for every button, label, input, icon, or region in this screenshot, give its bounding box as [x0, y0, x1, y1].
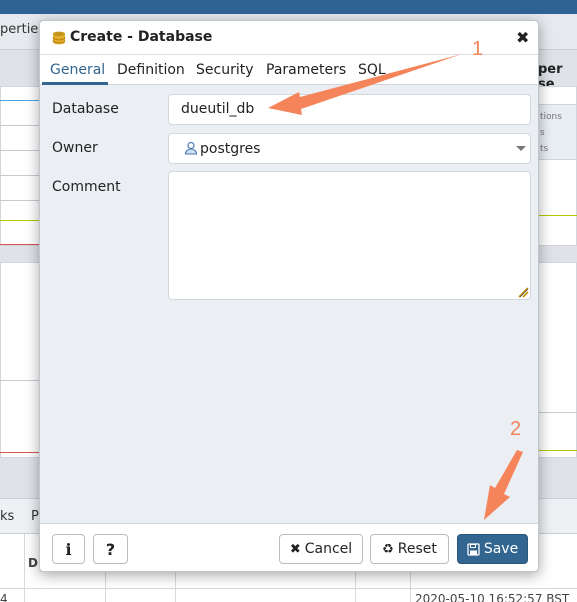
bg-chart-line	[0, 100, 40, 101]
save-label: Save	[483, 541, 519, 557]
bg-table-col-sep	[24, 534, 25, 602]
tab-definition[interactable]: Definition	[117, 62, 185, 78]
bg-chart-line	[538, 215, 577, 216]
bg-legend-item: ts	[540, 144, 549, 154]
bg-chart-line	[0, 220, 40, 221]
bg-table-cell: 4	[0, 592, 8, 602]
bg-chart-line	[0, 452, 40, 453]
info-icon: i	[65, 539, 72, 559]
recycle-icon: ♻	[382, 541, 394, 557]
bg-grid-line	[0, 175, 40, 176]
bg-grid-line	[0, 380, 40, 381]
close-icon[interactable]: ✖	[516, 28, 529, 47]
dialog-header[interactable]: Create - Database ✖	[40, 21, 538, 55]
bg-tab-prepared[interactable]: P	[31, 509, 39, 524]
database-icon	[52, 31, 66, 45]
bg-table-row-sep	[0, 588, 577, 589]
bg-chart-line	[538, 450, 577, 451]
dialog-title: Create - Database	[70, 29, 213, 45]
bg-grid-line	[0, 125, 40, 126]
chevron-down-icon[interactable]	[516, 146, 526, 151]
comment-textarea[interactable]	[168, 171, 531, 300]
save-button[interactable]: Save	[457, 534, 528, 564]
dialog-tab-bar: General Definition Security Parameters S…	[40, 55, 538, 85]
bg-grid-line	[538, 412, 577, 413]
bg-chart-panel	[0, 86, 40, 246]
bg-table-header: D	[28, 556, 38, 570]
info-button[interactable]: i	[52, 534, 85, 564]
help-icon: ?	[105, 539, 116, 559]
bg-chart-panel-2	[0, 262, 40, 458]
bg-legend-item: tions	[540, 112, 562, 122]
active-tab-indicator	[42, 82, 108, 85]
bg-legend-item: s	[540, 128, 545, 138]
floppy-disk-icon	[467, 542, 480, 556]
tab-general[interactable]: General	[50, 62, 105, 78]
tab-parameters[interactable]: Parameters	[266, 62, 346, 78]
create-database-dialog: Create - Database ✖ General Definition S…	[39, 20, 539, 572]
annotation-step-2: 2	[510, 418, 522, 440]
close-icon: ✖	[289, 541, 301, 557]
bg-chart-panel-2-right	[538, 262, 577, 458]
comment-label: Comment	[52, 179, 121, 195]
bg-tab-locks[interactable]: ks	[0, 509, 14, 524]
owner-value: postgres	[200, 141, 261, 157]
dialog-footer: i ? ✖ Cancel ♻ Reset Save	[40, 523, 538, 571]
user-icon	[184, 141, 198, 155]
owner-label: Owner	[52, 140, 98, 156]
app-top-bar	[0, 0, 577, 14]
bg-grid-line	[0, 200, 40, 201]
cancel-label: Cancel	[304, 541, 353, 557]
bg-grid-line	[0, 150, 40, 151]
annotation-step-1: 1	[472, 38, 484, 60]
reset-label: Reset	[397, 541, 437, 557]
resize-grip-icon[interactable]	[517, 286, 529, 298]
reset-button[interactable]: ♻ Reset	[370, 534, 449, 564]
bg-chart-line	[0, 244, 40, 245]
tab-sql[interactable]: SQL	[358, 62, 386, 78]
help-button[interactable]: ?	[93, 534, 128, 564]
database-label: Database	[52, 101, 119, 117]
database-name-input[interactable]: dueutil_db	[168, 94, 531, 125]
bg-table-cell-timestamp: 2020-05-10 16:52:57 BST	[415, 592, 570, 602]
tab-security[interactable]: Security	[196, 62, 254, 78]
cancel-button[interactable]: ✖ Cancel	[279, 534, 363, 564]
